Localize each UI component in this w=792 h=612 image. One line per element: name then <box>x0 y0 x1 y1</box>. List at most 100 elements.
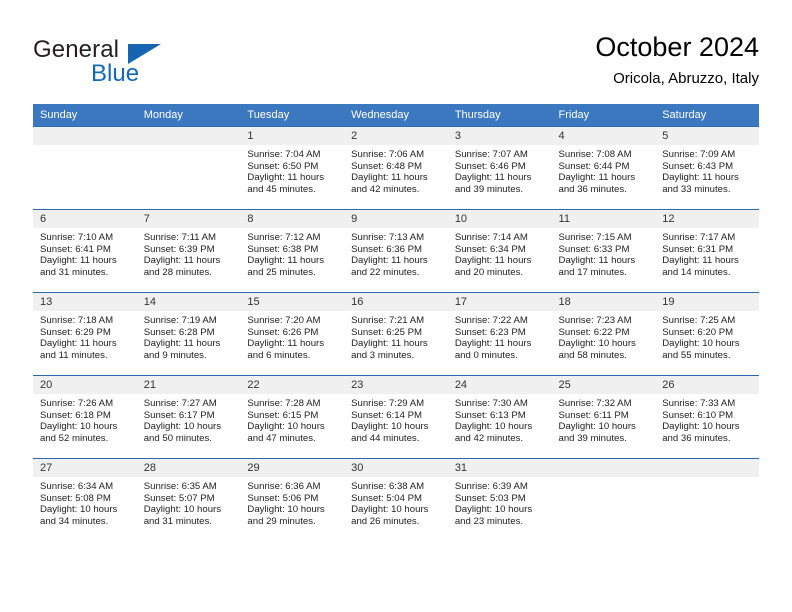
sunrise-time: Sunrise: 7:08 AM <box>558 149 632 160</box>
daylight-duration-line2: and 34 minutes. <box>40 515 109 527</box>
calendar-day[interactable]: 17 Sunrise: 7:22 AM Sunset: 6:23 PM Dayligh… <box>447 292 552 375</box>
day-details: Sunrise: 7:18 AM Sunset: 6:29 PM Daylight:… <box>33 311 137 361</box>
page-subtitle: Oricola, Abruzzo, Italy <box>613 70 759 87</box>
sunrise-time: Sunrise: 6:36 AM <box>247 481 321 492</box>
sunset-time: Sunset: 6:38 PM <box>247 243 319 255</box>
general-blue-logo: General Blue <box>33 36 263 92</box>
daylight-duration-line2: and 22 minutes. <box>351 266 420 278</box>
day-number: 27 <box>33 459 137 477</box>
sunrise-time: Sunrise: 7:26 AM <box>40 398 114 409</box>
calendar-day[interactable]: 29 Sunrise: 6:36 AM Sunset: 5:06 PM Dayligh… <box>240 458 345 541</box>
daylight-duration-line1: Daylight: 11 hours <box>454 172 532 184</box>
sunset-time: Sunset: 6:41 PM <box>40 243 111 255</box>
calendar-day[interactable]: 5 Sunrise: 7:09 AM Sunset: 6:43 PM Daylight… <box>655 126 759 209</box>
calendar-day[interactable]: 7 Sunrise: 7:11 AM Sunset: 6:39 PM Daylight… <box>136 209 241 292</box>
sunset-time: Sunset: 6:50 PM <box>247 160 319 172</box>
daylight-duration-line1: Daylight: 10 hours <box>40 504 118 516</box>
daylight-duration-line1: Daylight: 10 hours <box>143 504 222 516</box>
daylight-duration-line2: and 45 minutes. <box>247 183 316 195</box>
day-details: Sunrise: 7:07 AM Sunset: 6:46 PM Daylight:… <box>448 145 552 195</box>
calendar-day[interactable]: 22 Sunrise: 7:28 AM Sunset: 6:15 PM Dayligh… <box>240 375 345 458</box>
day-details: Sunrise: 7:19 AM Sunset: 6:28 PM Daylight:… <box>137 311 241 361</box>
sunset-time: Sunset: 6:14 PM <box>351 409 423 421</box>
calendar-cell <box>33 126 137 209</box>
day-details: Sunrise: 6:36 AM Sunset: 5:06 PM Daylight:… <box>240 477 344 527</box>
daylight-duration-line2: and 36 minutes. <box>662 432 731 444</box>
daylight-duration-line2: and 0 minutes. <box>454 349 518 361</box>
day-number: 17 <box>447 293 552 311</box>
calendar-day[interactable]: 10 Sunrise: 7:14 AM Sunset: 6:34 PM Dayligh… <box>447 209 552 292</box>
day-details: Sunrise: 7:17 AM Sunset: 6:31 PM Daylight:… <box>655 228 759 278</box>
calendar-day[interactable]: 27 Sunrise: 6:34 AM Sunset: 5:08 PM Dayligh… <box>33 458 137 541</box>
calendar-week-row: 1 Sunrise: 7:04 AM Sunset: 6:50 PM Daylight… <box>33 126 759 209</box>
daylight-duration-line2: and 26 minutes. <box>351 515 420 527</box>
sunrise-time: Sunrise: 7:27 AM <box>143 398 217 409</box>
sunset-time: Sunset: 6:31 PM <box>662 243 734 255</box>
day-number: 11 <box>551 210 656 228</box>
calendar-day[interactable]: 28 Sunrise: 6:35 AM Sunset: 5:07 PM Dayligh… <box>136 458 241 541</box>
calendar-day[interactable]: 12 Sunrise: 7:17 AM Sunset: 6:31 PM Dayligh… <box>655 209 759 292</box>
day-number: 25 <box>551 376 656 394</box>
sunrise-time: Sunrise: 7:21 AM <box>351 315 425 326</box>
day-number: 2 <box>344 127 448 145</box>
calendar-day[interactable]: 14 Sunrise: 7:19 AM Sunset: 6:28 PM Dayligh… <box>136 292 241 375</box>
calendar-day[interactable]: 21 Sunrise: 7:27 AM Sunset: 6:17 PM Dayligh… <box>136 375 241 458</box>
sunset-time: Sunset: 6:33 PM <box>558 243 630 255</box>
sunrise-time: Sunrise: 7:14 AM <box>454 232 528 243</box>
sunset-time: Sunset: 6:36 PM <box>351 243 423 255</box>
calendar-day[interactable]: 2 Sunrise: 7:06 AM Sunset: 6:48 PM Daylight… <box>344 126 448 209</box>
calendar-cell: 18 Sunrise: 7:23 AM Sunset: 6:22 PM Dayligh… <box>551 292 656 375</box>
day-details: Sunrise: 7:32 AM Sunset: 6:11 PM Daylight:… <box>552 394 656 444</box>
sunrise-time: Sunrise: 7:10 AM <box>40 232 114 243</box>
day-details: Sunrise: 6:38 AM Sunset: 5:04 PM Daylight:… <box>344 477 448 527</box>
daylight-duration-line2: and 55 minutes. <box>662 349 731 361</box>
calendar-week-row: 20 Sunrise: 7:26 AM Sunset: 6:18 PM Dayligh… <box>33 375 759 458</box>
calendar-day[interactable]: 26 Sunrise: 7:33 AM Sunset: 6:10 PM Dayligh… <box>655 375 759 458</box>
sunset-time: Sunset: 6:48 PM <box>351 160 423 172</box>
day-details: Sunrise: 7:33 AM Sunset: 6:10 PM Daylight:… <box>655 394 759 444</box>
sunrise-time: Sunrise: 7:20 AM <box>247 315 321 326</box>
daylight-duration-line1: Daylight: 10 hours <box>351 504 429 516</box>
calendar-day[interactable]: 15 Sunrise: 7:20 AM Sunset: 6:26 PM Dayligh… <box>240 292 345 375</box>
calendar-cell: 12 Sunrise: 7:17 AM Sunset: 6:31 PM Dayligh… <box>655 209 759 292</box>
calendar-day[interactable]: 1 Sunrise: 7:04 AM Sunset: 6:50 PM Daylight… <box>240 126 345 209</box>
day-details: Sunrise: 7:09 AM Sunset: 6:43 PM Daylight:… <box>655 145 759 195</box>
calendar-cell: 10 Sunrise: 7:14 AM Sunset: 6:34 PM Dayligh… <box>447 209 552 292</box>
sunset-time: Sunset: 6:18 PM <box>40 409 111 421</box>
daylight-duration-line1: Daylight: 10 hours <box>247 504 325 516</box>
calendar-page: General Blue October 2024 Oricola, Abruz… <box>0 0 792 612</box>
daylight-duration-line2: and 39 minutes. <box>454 183 524 195</box>
calendar-day[interactable]: 11 Sunrise: 7:15 AM Sunset: 6:33 PM Dayligh… <box>551 209 656 292</box>
calendar-day[interactable]: 23 Sunrise: 7:29 AM Sunset: 6:14 PM Dayligh… <box>344 375 448 458</box>
calendar-cell: 8 Sunrise: 7:12 AM Sunset: 6:38 PM Daylight… <box>240 209 345 292</box>
calendar-cell: 5 Sunrise: 7:09 AM Sunset: 6:43 PM Daylight… <box>655 126 759 209</box>
calendar-day[interactable]: 25 Sunrise: 7:32 AM Sunset: 6:11 PM Dayligh… <box>551 375 656 458</box>
calendar-day[interactable]: 4 Sunrise: 7:08 AM Sunset: 6:44 PM Daylight… <box>551 126 656 209</box>
day-number: 10 <box>447 210 552 228</box>
day-number: 1 <box>240 127 345 145</box>
calendar-day[interactable]: 20 Sunrise: 7:26 AM Sunset: 6:18 PM Dayligh… <box>33 375 137 458</box>
daylight-duration-line2: and 52 minutes. <box>40 432 109 444</box>
calendar-day[interactable]: 30 Sunrise: 6:38 AM Sunset: 5:04 PM Dayligh… <box>344 458 448 541</box>
calendar-day[interactable]: 19 Sunrise: 7:25 AM Sunset: 6:20 PM Dayligh… <box>655 292 759 375</box>
calendar-cell: 11 Sunrise: 7:15 AM Sunset: 6:33 PM Dayligh… <box>551 209 656 292</box>
calendar-day[interactable]: 8 Sunrise: 7:12 AM Sunset: 6:38 PM Daylight… <box>240 209 345 292</box>
sunset-time: Sunset: 5:08 PM <box>40 492 111 504</box>
sunrise-time: Sunrise: 7:30 AM <box>454 398 528 409</box>
calendar-day[interactable]: 16 Sunrise: 7:21 AM Sunset: 6:25 PM Dayligh… <box>344 292 448 375</box>
calendar-day[interactable]: 31 Sunrise: 6:39 AM Sunset: 5:03 PM Dayligh… <box>447 458 552 541</box>
daylight-duration-line1: Daylight: 11 hours <box>351 255 428 267</box>
day-number: 20 <box>33 376 137 394</box>
calendar-cell: 16 Sunrise: 7:21 AM Sunset: 6:25 PM Dayligh… <box>344 292 448 375</box>
calendar-cell <box>136 126 241 209</box>
calendar-day[interactable]: 13 Sunrise: 7:18 AM Sunset: 6:29 PM Dayligh… <box>33 292 137 375</box>
day-details: Sunrise: 7:29 AM Sunset: 6:14 PM Daylight:… <box>344 394 448 444</box>
calendar-day[interactable]: 18 Sunrise: 7:23 AM Sunset: 6:22 PM Dayligh… <box>551 292 656 375</box>
calendar-day[interactable]: 24 Sunrise: 7:30 AM Sunset: 6:13 PM Dayligh… <box>447 375 552 458</box>
calendar-day[interactable]: 6 Sunrise: 7:10 AM Sunset: 6:41 PM Daylight… <box>33 209 137 292</box>
daylight-duration-line2: and 31 minutes. <box>143 515 212 527</box>
sunset-time: Sunset: 6:20 PM <box>662 326 734 338</box>
day-details: Sunrise: 7:28 AM Sunset: 6:15 PM Daylight:… <box>240 394 344 444</box>
calendar-day[interactable]: 9 Sunrise: 7:13 AM Sunset: 6:36 PM Daylight… <box>344 209 448 292</box>
calendar-day[interactable]: 3 Sunrise: 7:07 AM Sunset: 6:46 PM Daylight… <box>447 126 552 209</box>
